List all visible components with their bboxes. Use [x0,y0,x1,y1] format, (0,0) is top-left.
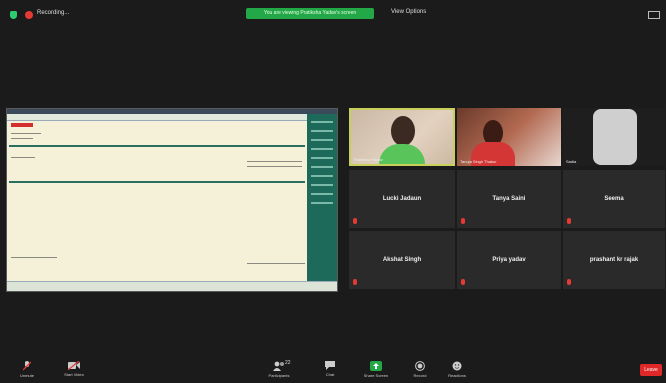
screen-share-banner: You are viewing Pratiksha Yadav's screen [246,8,374,19]
share-screen-button[interactable]: Share Screen [358,357,394,383]
shared-red-badge [11,123,33,127]
participant-name: prashant kr rajak [589,257,639,263]
shared-divider [9,145,305,147]
gallery-view-icon[interactable] [648,11,660,19]
recording-label: Recording... [37,10,70,16]
participant-tile[interactable]: prashant kr rajak [563,231,665,289]
participant-name: Priya yadav [492,257,526,263]
shared-screen [6,108,338,292]
muted-mic-icon [567,279,571,285]
shared-text-line [247,263,305,264]
reactions-button[interactable]: Reactions [442,357,472,383]
participant-tile[interactable]: Tanya Saini [457,170,561,228]
unmute-button[interactable]: Unmute [12,357,42,383]
participants-count: 22 [285,360,291,366]
participant-tile[interactable]: Priya yadav [457,231,561,289]
mic-muted-icon [23,361,31,371]
muted-mic-icon [461,218,465,224]
participant-tile[interactable]: Pratiksha Yadav [349,108,455,166]
shared-window-menubar [7,114,307,121]
shared-text-line [11,257,57,258]
video-camera-icon [68,361,80,370]
shared-text-line [247,161,302,162]
shared-text-line [11,133,41,134]
leave-meeting-button[interactable]: Leave [640,364,662,376]
security-shield-icon[interactable] [10,11,17,19]
meeting-toolbar: Unmute Start Video 22 Participants Chat … [0,357,666,383]
reactions-smile-icon [452,361,462,371]
participant-tile[interactable]: Sadia [563,108,665,166]
shared-text-line [11,157,35,158]
participant-tile[interactable]: Akshat Singh [349,231,455,289]
shared-window-statusbar [7,281,337,291]
participant-video-face [391,116,415,146]
record-button[interactable]: Record [406,357,434,383]
participant-name: Lucki Jadaun [382,196,422,202]
recording-dot-icon [25,11,33,19]
participant-name: Sadia [566,159,577,164]
participant-name: Seema [604,196,624,202]
start-video-button[interactable]: Start Video [56,357,92,383]
participant-name: Akshat Singh [382,257,422,263]
participants-icon [273,361,284,371]
participant-tile[interactable]: Lucki Jadaun [349,170,455,228]
participants-button[interactable]: 22 Participants [262,357,296,383]
chat-button[interactable]: Chat [318,357,342,383]
participant-name: Tanuja Singh Thakur [460,159,497,164]
share-screen-icon [370,361,382,371]
participant-tile[interactable]: Seema [563,170,665,228]
participant-name: Pratiksha Yadav [354,157,383,162]
participant-video-body [379,144,425,164]
muted-mic-icon [567,218,571,224]
view-options-button[interactable]: View Options [391,9,426,15]
shared-text-line [247,166,302,167]
muted-mic-icon [353,279,357,285]
meeting-top-bar: Recording... You are viewing Pratiksha Y… [0,0,666,30]
shared-text-line [11,138,33,139]
participant-video-blur [593,109,637,165]
shared-divider [9,181,305,183]
record-icon [415,361,425,371]
chat-icon [325,361,335,370]
muted-mic-icon [353,218,357,224]
participant-tile[interactable]: Tanuja Singh Thakur [457,108,561,166]
shared-window-sidebar [307,114,337,282]
muted-mic-icon [461,279,465,285]
participant-name: Tanya Saini [492,196,526,202]
